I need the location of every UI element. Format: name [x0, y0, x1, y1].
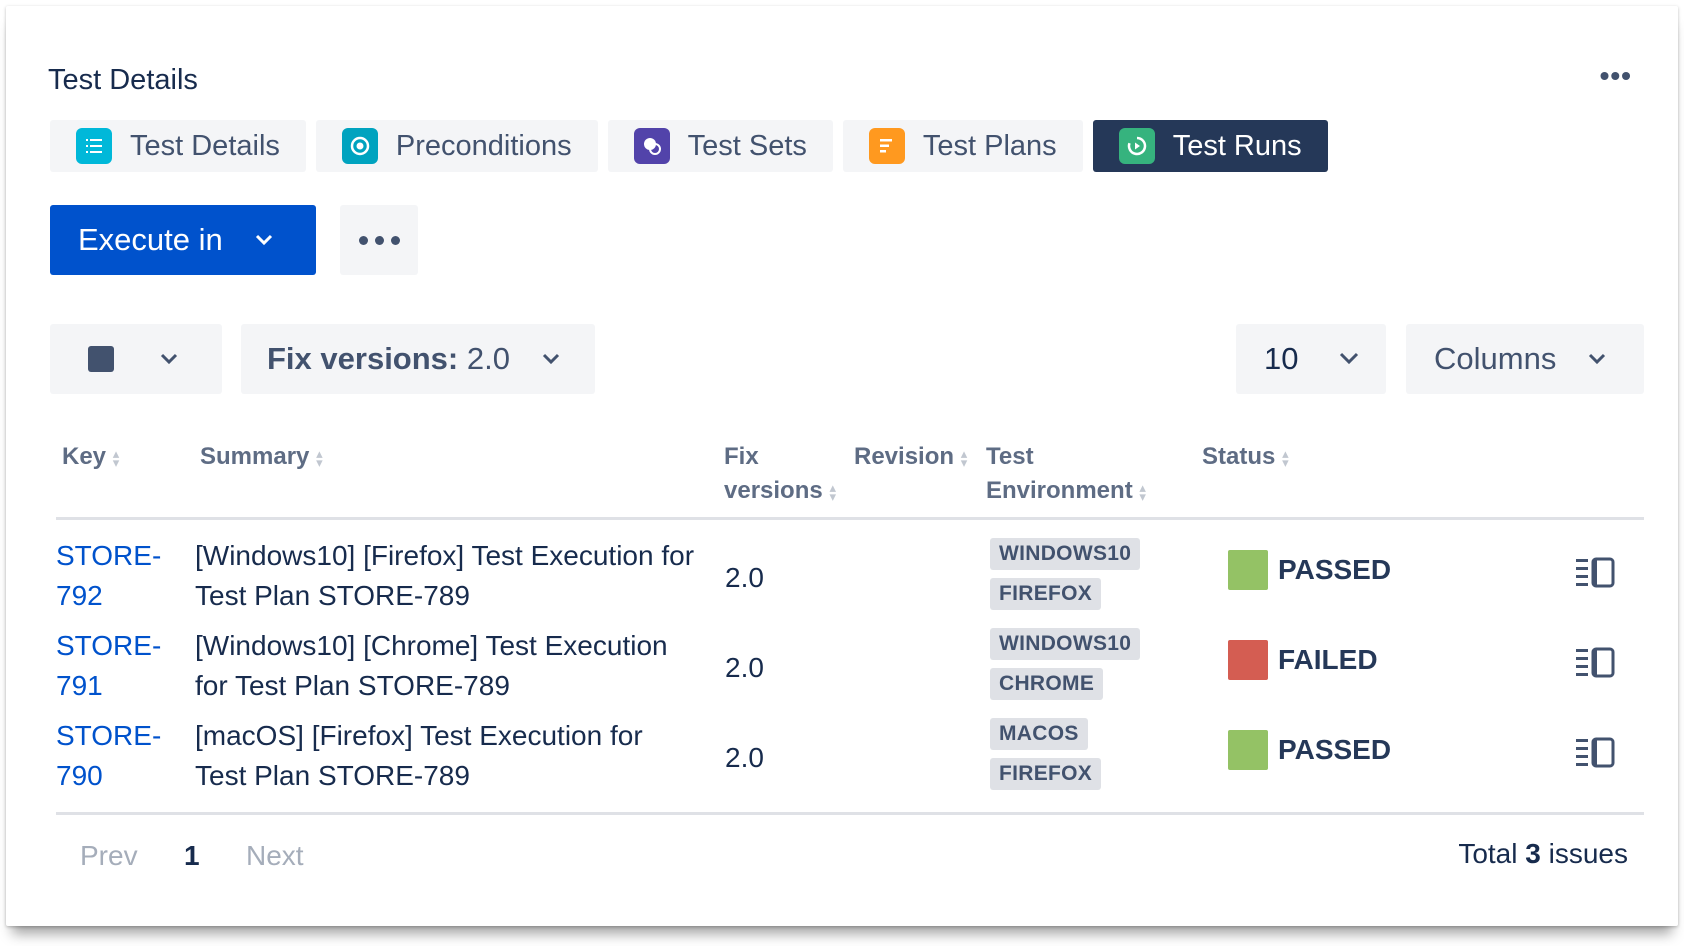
- sort-icon: ▴ ▾: [1139, 479, 1146, 504]
- table-header: Key ▴ ▾ Summary ▴ ▾ Fix versions ▴ ▾ Revision ▴ ▾…: [56, 440, 1644, 520]
- tab-label: Test Details: [130, 129, 280, 162]
- chevron-down-icon: [158, 352, 180, 366]
- issue-key-link[interactable]: STORE- 790: [56, 716, 166, 796]
- column-header-revision[interactable]: Revision ▴ ▾: [854, 440, 970, 474]
- environment-lozenge: WINDOWS10: [990, 538, 1141, 570]
- status-label: PASSED: [1278, 554, 1392, 585]
- status-badge: PASSED: [1228, 550, 1391, 590]
- environment-lozenge: WINDOWS10: [990, 628, 1141, 660]
- test-plans-icon: [868, 128, 905, 164]
- environment-cell: MACOS FIREFOX: [990, 718, 1190, 798]
- summary-cell: [Windows10] [Firefox] Test Execution for…: [195, 540, 695, 611]
- column-header-summary[interactable]: Summary ▴ ▾: [200, 440, 325, 474]
- chevron-down-icon: [1338, 352, 1360, 366]
- environment-cell: WINDOWS10 FIREFOX: [990, 538, 1190, 618]
- execution-details-icon[interactable]: [1576, 644, 1616, 680]
- sort-icon: ▴ ▾: [960, 445, 968, 470]
- issue-key-link[interactable]: STORE- 792: [56, 536, 166, 616]
- column-header-key[interactable]: Key ▴ ▾: [62, 440, 122, 474]
- execution-details-icon[interactable]: [1576, 734, 1616, 770]
- sort-icon: ▴ ▾: [829, 479, 836, 504]
- fix-version-cell: 2.0: [725, 652, 764, 683]
- pagination-prev[interactable]: Prev: [80, 840, 138, 872]
- test-details-icon: [76, 128, 112, 164]
- fix-versions-filter-text: Fix versions: 2.0: [267, 341, 510, 376]
- panel-title: Test Details: [48, 64, 198, 96]
- environment-lozenge: MACOS: [990, 718, 1088, 750]
- tab-label: Test Plans: [922, 129, 1057, 162]
- sort-icon: ▴ ▾: [112, 445, 120, 470]
- test-runs-icon: [1118, 128, 1155, 164]
- environment-lozenge: FIREFOX: [990, 758, 1102, 790]
- fix-versions-filter[interactable]: Fix versions: 2.0: [241, 324, 595, 394]
- total-issues: Total 3 issues: [1458, 838, 1628, 869]
- environment-lozenge: FIREFOX: [990, 578, 1102, 610]
- status-color-swatch: [1228, 730, 1268, 770]
- status-color-swatch: [1228, 550, 1268, 590]
- issue-key-link[interactable]: STORE- 791: [56, 626, 166, 706]
- table-row: STORE- 790 [macOS] [Firefox] Test Executi…: [56, 704, 1644, 800]
- chevron-down-icon: [253, 233, 275, 247]
- page-size-value: 10: [1264, 341, 1299, 376]
- execute-in-button[interactable]: Execute in: [50, 205, 316, 275]
- environment-lozenge: CHROME: [990, 668, 1104, 700]
- sort-icon: ▴ ▾: [1282, 445, 1289, 470]
- select-all-dropdown[interactable]: [50, 324, 222, 394]
- execution-details-icon[interactable]: [1576, 554, 1616, 590]
- tab-label: Test Sets: [687, 129, 807, 162]
- table-row: STORE- 791 [Windows10] [Chrome] Test Exec…: [56, 614, 1644, 710]
- table-row: STORE- 792 [Windows10] [Firefox] Test Exe…: [56, 524, 1644, 620]
- column-header-status[interactable]: Status ▴ ▾: [1202, 440, 1291, 474]
- columns-label: Columns: [1434, 341, 1557, 376]
- environment-cell: WINDOWS10 CHROME: [990, 628, 1190, 708]
- chevron-down-icon: [1586, 352, 1608, 366]
- panel-more-button[interactable]: •••: [1600, 60, 1632, 92]
- ellipsis-icon: [358, 235, 368, 245]
- pagination-page-1[interactable]: 1: [184, 840, 200, 872]
- preconditions-icon: [341, 128, 378, 164]
- fix-version-cell: 2.0: [725, 562, 764, 593]
- status-badge: FAILED: [1228, 640, 1378, 680]
- test-sets-icon: [633, 128, 670, 164]
- status-label: PASSED: [1278, 734, 1392, 765]
- fix-version-cell: 2.0: [725, 742, 764, 773]
- chevron-down-icon: [540, 352, 562, 366]
- status-color-swatch: [1228, 640, 1268, 680]
- tab-test-runs[interactable]: Test Runs: [1092, 120, 1328, 172]
- tab-test-sets[interactable]: Test Sets: [607, 120, 833, 172]
- more-actions-button[interactable]: [340, 205, 418, 275]
- tab-bar: Test Details Preconditions Test Sets Tes…: [50, 120, 1328, 172]
- page-size-select[interactable]: 10: [1236, 324, 1386, 394]
- columns-dropdown[interactable]: Columns: [1406, 324, 1644, 394]
- status-label: FAILED: [1278, 644, 1378, 675]
- column-header-fix-versions[interactable]: Fix versions ▴ ▾: [724, 440, 839, 508]
- tab-label: Test Runs: [1172, 129, 1302, 162]
- execute-in-label: Execute in: [78, 222, 223, 257]
- checkbox-icon[interactable]: [88, 346, 114, 372]
- status-badge: PASSED: [1228, 730, 1391, 770]
- tab-label: Preconditions: [395, 129, 572, 162]
- tab-test-details[interactable]: Test Details: [50, 120, 306, 172]
- summary-cell: [macOS] [Firefox] Test Execution for Test…: [195, 720, 643, 791]
- tab-preconditions[interactable]: Preconditions: [315, 120, 598, 172]
- tab-test-plans[interactable]: Test Plans: [842, 120, 1083, 172]
- summary-cell: [Windows10] [Chrome] Test Execution for T…: [195, 630, 668, 701]
- table-divider: [56, 812, 1644, 815]
- column-header-test-environment[interactable]: Test Environment ▴ ▾: [986, 440, 1149, 508]
- sort-icon: ▴ ▾: [316, 445, 323, 470]
- pagination-next[interactable]: Next: [246, 840, 304, 872]
